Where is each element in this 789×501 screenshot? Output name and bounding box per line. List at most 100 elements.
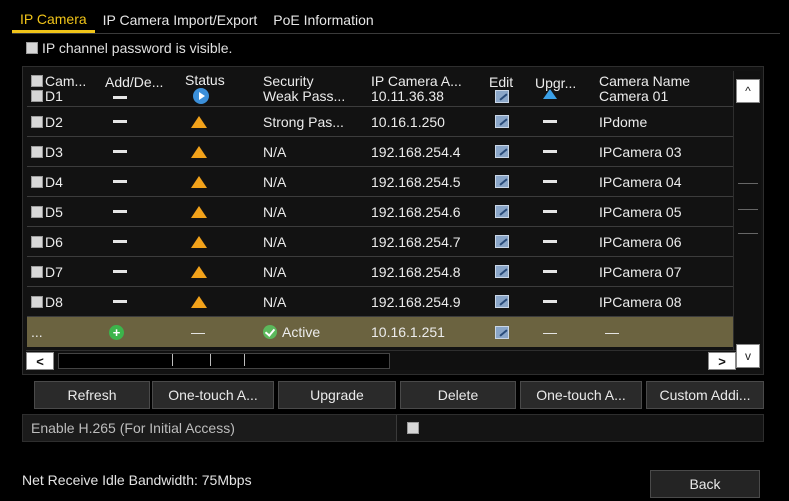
header-status[interactable]: Status [185, 73, 225, 88]
upgrade-cell [535, 257, 595, 286]
edit-cell [489, 227, 533, 256]
header-camera-name[interactable]: Camera Name [599, 73, 690, 89]
add-icon[interactable]: + [109, 324, 124, 340]
header-ip-address-cell: IP Camera A... 10.11.36.38 [371, 71, 487, 106]
dash-icon [543, 300, 557, 303]
scroll-down-button[interactable]: v [736, 344, 760, 368]
dash-icon[interactable] [113, 240, 127, 243]
delete-cell [105, 257, 181, 286]
upgrade-button[interactable]: Upgrade [278, 381, 396, 409]
security-value: N/A [263, 293, 287, 310]
edit-icon[interactable] [495, 235, 509, 248]
camera-name: IPCamera 06 [599, 233, 682, 250]
table-row[interactable]: D8 N/A 192.168.254.9 IPCamera 08 [27, 287, 733, 317]
upgrade-cell [535, 167, 595, 196]
ip-address: 192.168.254.7 [371, 233, 461, 250]
ip-address: 192.168.254.6 [371, 203, 461, 220]
table-row[interactable]: D3 N/A 192.168.254.4 IPCamera 03 [27, 137, 733, 167]
edit-icon[interactable] [495, 175, 509, 188]
table-row[interactable]: D7 N/A 192.168.254.8 IPCamera 07 [27, 257, 733, 287]
dash-icon[interactable] [113, 270, 127, 273]
tab-bar: IP Camera IP Camera Import/Export PoE In… [12, 8, 780, 34]
camera-no: D4 [45, 173, 63, 190]
scroll-up-button[interactable]: ^ [736, 79, 760, 103]
security-value: N/A [263, 203, 287, 220]
tab-ip-camera[interactable]: IP Camera [12, 11, 95, 33]
table-rows: D2 Strong Pas... 10.16.1.250 IPdome D3 N/A 192… [27, 107, 733, 317]
ip-address: 192.168.254.5 [371, 173, 461, 190]
row-checkbox[interactable] [31, 90, 43, 102]
scroll-left-button[interactable]: < [26, 352, 54, 370]
add-cell: + [105, 317, 181, 347]
discovered-upgrade: — [535, 317, 595, 347]
camera-no: D1 [45, 87, 63, 104]
row-checkbox[interactable] [31, 235, 43, 248]
edit-icon[interactable] [495, 295, 509, 308]
table-row[interactable]: D2 Strong Pas... 10.16.1.250 IPdome [27, 107, 733, 137]
edit-icon[interactable] [495, 205, 509, 218]
edit-icon[interactable] [495, 145, 509, 158]
status-cell [185, 227, 259, 256]
upgrade-icon[interactable] [543, 89, 557, 99]
table-row[interactable]: D4 N/A 192.168.254.5 IPCamera 04 [27, 167, 733, 197]
back-button[interactable]: Back [650, 470, 760, 498]
upgrade-cell [535, 137, 595, 166]
tab-poe-information[interactable]: PoE Information [265, 12, 381, 33]
discovered-edit-cell [489, 317, 533, 347]
dash-icon[interactable] [113, 180, 127, 183]
horizontal-scroll-thumb[interactable] [58, 353, 390, 369]
row-checkbox[interactable] [31, 295, 43, 308]
dash-icon[interactable] [113, 150, 127, 153]
one-touch-activate-button[interactable]: One-touch A... [152, 381, 274, 409]
password-visible-checkbox[interactable] [26, 42, 38, 54]
dash-icon[interactable] [113, 300, 127, 303]
header-security[interactable]: Security [263, 73, 314, 89]
edit-icon[interactable] [495, 325, 509, 339]
edit-icon[interactable] [495, 89, 509, 103]
table-row[interactable]: D6 N/A 192.168.254.7 IPCamera 06 [27, 227, 733, 257]
refresh-button[interactable]: Refresh [34, 381, 150, 409]
camera-name: IPCamera 04 [599, 173, 682, 190]
ip-address: 10.16.1.250 [371, 113, 445, 130]
camera-no: D7 [45, 263, 63, 280]
action-button-row: Refresh One-touch A... Upgrade Delete On… [0, 381, 789, 409]
row-checkbox[interactable] [31, 205, 43, 218]
dash-icon[interactable] [113, 95, 127, 99]
edit-icon[interactable] [495, 265, 509, 278]
camera-no-cell: D3 [31, 137, 101, 166]
header-ip-address[interactable]: IP Camera A... [371, 73, 462, 89]
header-add-delete[interactable]: Add/De... [105, 74, 163, 90]
delete-cell [105, 287, 181, 316]
one-touch-add-button[interactable]: One-touch A... [520, 381, 642, 409]
table-row-discovered[interactable]: ... + — Active 10.16.1.251 — — [27, 317, 733, 347]
header-edit[interactable]: Edit [489, 74, 513, 90]
row-checkbox[interactable] [31, 175, 43, 188]
row-checkbox[interactable] [31, 115, 43, 128]
horizontal-scrollbar[interactable]: < > [26, 350, 736, 370]
tab-ip-camera-import-export[interactable]: IP Camera Import/Export [95, 12, 266, 33]
row-checkbox[interactable] [31, 265, 43, 278]
security-value: N/A [263, 233, 287, 250]
custom-adding-button[interactable]: Custom Addi... [646, 381, 764, 409]
h265-setting: Enable H.265 (For Initial Access) [22, 414, 764, 442]
header-camera-name-cell: Camera Name Camera 01 [599, 71, 733, 106]
camera-no-cell: D4 [31, 167, 101, 196]
camera-no-cell: D7 [31, 257, 101, 286]
table-row[interactable]: D5 N/A 192.168.254.6 IPCamera 05 [27, 197, 733, 227]
vertical-scrollbar[interactable]: ^ v [733, 71, 761, 370]
upgrade-dash: — [543, 324, 557, 340]
header-upgrade-cell: Upgr... [535, 71, 595, 106]
upgrade-cell [535, 227, 595, 256]
edit-icon[interactable] [495, 115, 509, 128]
camera-name-dash: — [605, 324, 619, 340]
delete-button[interactable]: Delete [400, 381, 516, 409]
scroll-right-button[interactable]: > [708, 352, 736, 370]
select-all-checkbox[interactable] [31, 75, 43, 87]
camera-no: D8 [45, 293, 63, 310]
camera-name: IPCamera 07 [599, 263, 682, 280]
dash-icon[interactable] [113, 210, 127, 213]
row-checkbox[interactable] [31, 145, 43, 158]
header-camera-no[interactable]: Cam... [45, 73, 86, 89]
h265-checkbox[interactable] [407, 422, 419, 434]
dash-icon[interactable] [113, 120, 127, 123]
